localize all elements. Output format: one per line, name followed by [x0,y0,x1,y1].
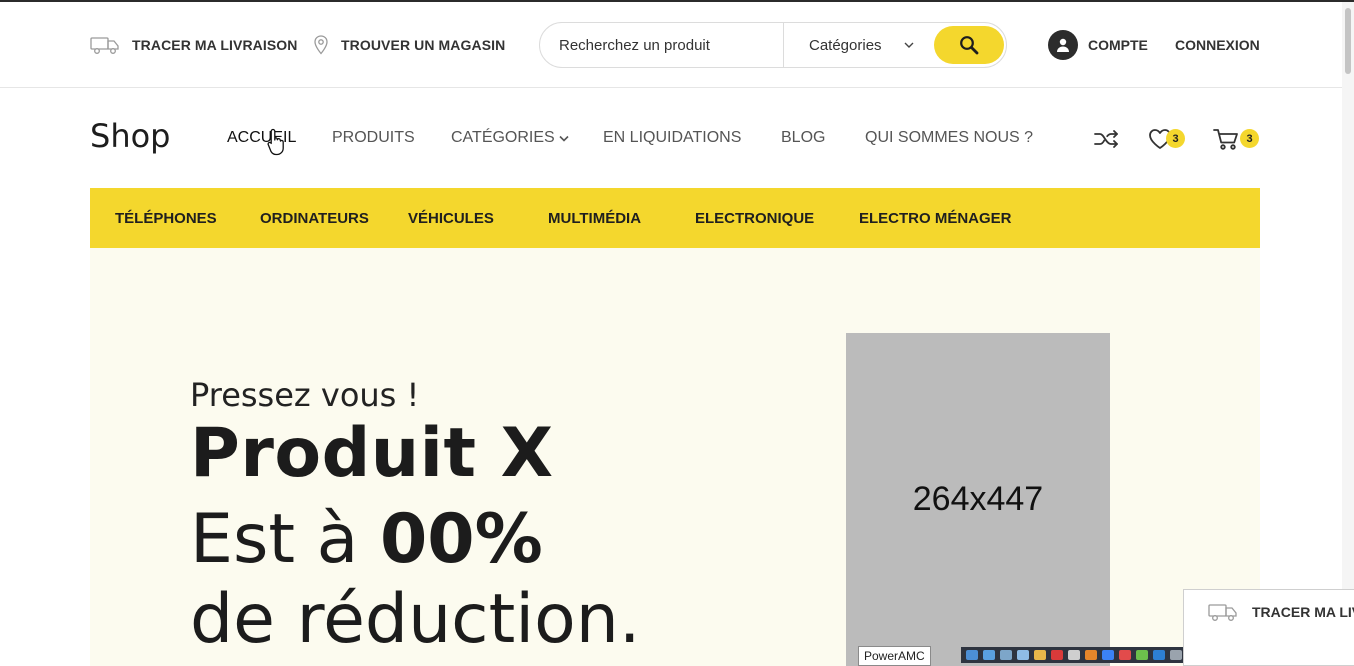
nav-products[interactable]: PRODUITS [332,120,415,156]
search-bar: Catégories [539,22,1007,68]
track-delivery-link[interactable]: TRACER MA LIVRAISON [90,2,298,88]
truck-icon [1208,604,1237,621]
account-link[interactable]: COMPTE [1048,29,1148,61]
ghost-topbar-preview: TRACER MA LIVRAISON [1183,589,1354,666]
cart-count-badge: 3 [1240,129,1259,148]
wishlist-button[interactable]: 3 [1147,122,1187,156]
search-button[interactable] [934,26,1004,64]
hero-banner: Pressez vous ! Produit X Est à 00% de ré… [90,248,1260,666]
hero-discount-line: Est à 00% [190,500,543,579]
hero-title: Produit X [190,414,554,493]
taskbar-preview [961,647,1183,663]
track-delivery-label: TRACER MA LIVRAISON [132,37,298,53]
category-bar: TÉLÉPHONES ORDINATEURS VÉHICULES MULTIMÉ… [90,188,1260,248]
scrollbar-thumb[interactable] [1345,8,1351,74]
category-multimedia[interactable]: MULTIMÉDIA [548,188,641,248]
chevron-down-icon [904,42,914,48]
category-vehicles[interactable]: VÉHICULES [408,188,494,248]
category-phones[interactable]: TÉLÉPHONES [115,188,217,248]
hero-discount-prefix: Est à [190,500,380,579]
nav-categories-label: CATÉGORIES [451,129,555,146]
hero-kicker: Pressez vous ! [190,376,420,414]
find-store-label: TROUVER UN MAGASIN [341,37,506,53]
map-pin-icon [314,35,328,55]
ghost-track-label: TRACER MA LIVRAISON [1252,604,1354,620]
hero-discount-suffix: de réduction. [190,580,641,659]
hero-image-placeholder: 264x447 [846,333,1110,666]
nav-categories[interactable]: CATÉGORIES [451,120,569,156]
hero-discount-value: 00% [379,500,543,579]
login-link[interactable]: CONNEXION [1175,29,1260,61]
category-appliances[interactable]: ELECTRO MÉNAGER [859,188,1012,248]
tooltip: PowerAMC [858,646,931,666]
shuffle-icon [1094,130,1118,148]
nav-clearance[interactable]: EN LIQUIDATIONS [603,120,741,156]
search-input[interactable] [540,23,783,67]
page-scrollbar[interactable] [1342,2,1354,666]
category-computers[interactable]: ORDINATEURS [260,188,369,248]
nav-about[interactable]: QUI SOMMES NOUS ? [865,120,1033,156]
search-icon [960,36,979,55]
ghost-track-delivery: TRACER MA LIVRAISON [1208,602,1354,622]
truck-icon [90,37,119,54]
account-label: COMPTE [1088,37,1148,53]
category-electronics[interactable]: ELECTRONIQUE [695,188,814,248]
avatar [1048,30,1078,60]
site-logo[interactable]: Shop [90,117,170,155]
search-category-label: Catégories [809,36,882,54]
compare-button[interactable] [1093,122,1129,156]
find-store-link[interactable]: TROUVER UN MAGASIN [313,2,505,88]
search-category-select[interactable]: Catégories [784,23,934,67]
nav-blog[interactable]: BLOG [781,120,825,156]
cart-button[interactable]: 3 [1213,122,1261,156]
chevron-down-icon [559,135,569,142]
wishlist-count-badge: 3 [1166,129,1185,148]
top-bar: TRACER MA LIVRAISON TROUVER UN MAGASIN C… [0,2,1342,88]
user-icon [1057,38,1069,52]
hand-cursor-icon [267,128,284,156]
cart-icon [1213,129,1238,150]
